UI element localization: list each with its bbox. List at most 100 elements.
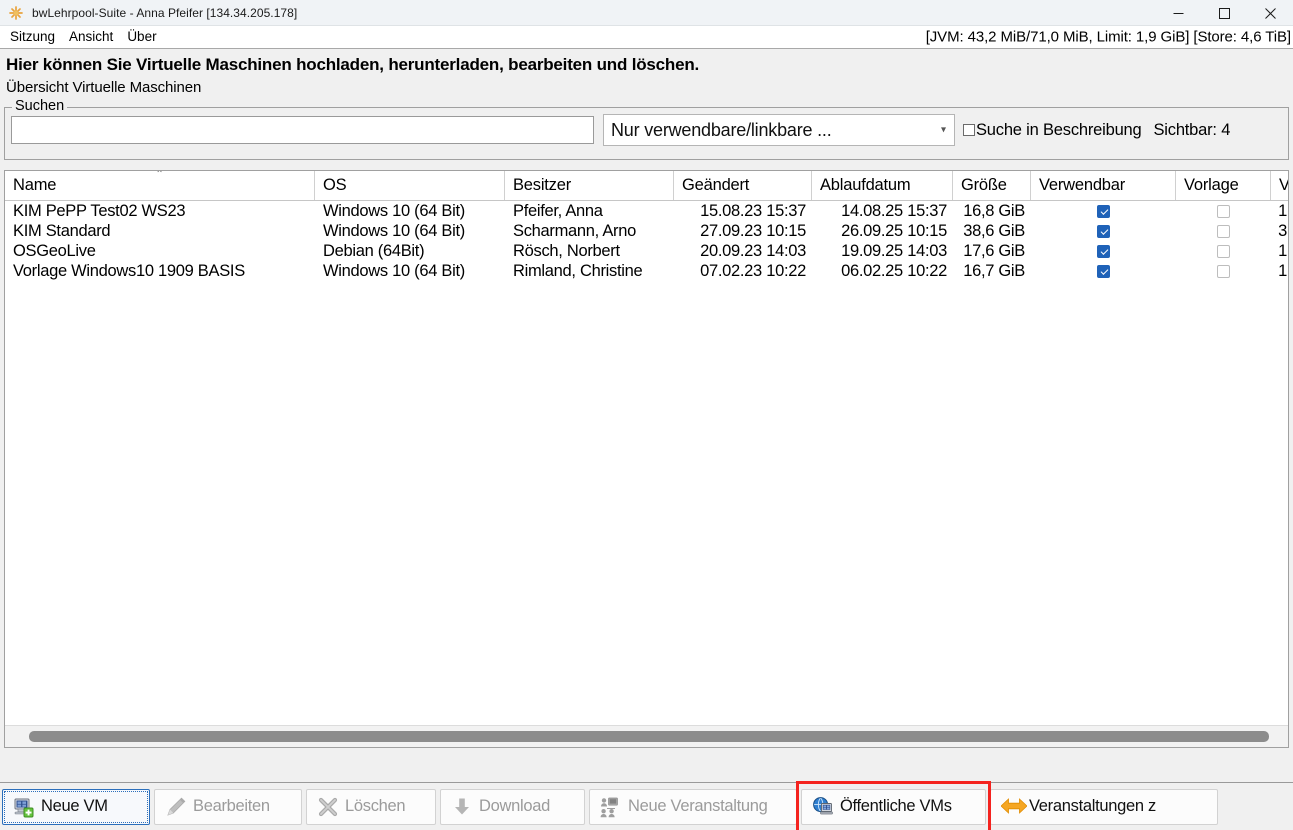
table-cell-name: OSGeoLive [13,242,96,260]
toolbar-button-delete[interactable]: Löschen [306,788,436,825]
window-controls [1155,0,1293,26]
search-groupbox: Suchen Nur verwendbare/linkbare ... ▾ Su… [4,98,1289,160]
table-cell-size: 38,6 GiB [963,222,1025,240]
template-checkbox[interactable] [1217,244,1230,258]
table-header-label: Besitzer [513,176,572,194]
search-groupbox-legend: Suchen [12,98,68,114]
toolbar-button-label: Veranstaltungen z [1029,797,1156,815]
table-cell-v: 1 [1278,262,1287,280]
table-header-label: Geändert [682,176,750,194]
table-row[interactable]: KIM Standard Windows 10 (64 Bit) Scharmann… [5,221,1288,241]
search-input[interactable] [11,116,594,144]
table-cell-os: Windows 10 (64 Bit) [323,262,465,280]
table-header-usable[interactable]: Verwendbar [1031,171,1176,200]
cross-icon [317,796,339,818]
toolbar-button-label: Download [479,797,550,815]
toolbar-button-label: Neue VM [41,797,108,815]
table-header-label: Vorlage [1184,176,1239,194]
close-icon[interactable] [1247,0,1293,26]
globe-computer-icon [812,796,834,818]
table-cell-os: Windows 10 (64 Bit) [323,202,465,220]
toolbar-button-events-to[interactable]: Veranstaltungen z [990,788,1218,825]
minimize-icon[interactable] [1155,0,1201,26]
orange-arrows-icon [1001,796,1027,818]
usable-checkbox[interactable] [1097,244,1110,258]
toolbar-button-download[interactable]: Download [440,788,585,825]
table-cell-expiry: 19.09.25 14:03 [841,242,947,260]
table-header-os[interactable]: OS [315,171,505,200]
table-header-label: Größe [961,176,1007,194]
table-cell-owner: Scharmann, Arno [513,222,636,240]
template-checkbox[interactable] [1217,264,1230,278]
table-cell-size: 16,8 GiB [963,202,1025,220]
table-cell-template [1176,264,1271,278]
table-cell-changed: 15.08.23 15:37 [700,202,806,220]
toolbar-button-public-vms[interactable]: Öffentliche VMs [801,788,986,825]
filter-dropdown[interactable]: Nur verwendbare/linkbare ... ▾ [603,114,955,146]
computer-plus-icon [13,796,35,818]
table-cell-expiry: 26.09.25 10:15 [841,222,947,240]
maximize-icon[interactable] [1201,0,1247,26]
table-cell-usable [1031,264,1176,278]
table-cell-changed: 27.09.23 10:15 [700,222,806,240]
vm-table: Name ⌃ OS Besitzer Geändert Ablaufdatum Größe V… [4,170,1289,748]
table-row[interactable]: KIM PePP Test02 WS23 Windows 10 (64 Bit) P… [5,201,1288,221]
table-header-changed[interactable]: Geändert [674,171,812,200]
sort-ascending-icon: ⌃ [155,171,164,180]
table-body: KIM PePP Test02 WS23 Windows 10 (64 Bit) P… [5,201,1288,281]
table-cell-name: KIM Standard [13,222,111,240]
table-cell-changed: 07.02.23 10:22 [700,262,806,280]
table-cell-changed: 20.09.23 14:03 [700,242,806,260]
toolbar-button-edit[interactable]: Bearbeiten [154,788,302,825]
main-content: Hier können Sie Virtuelle Maschinen hoch… [0,49,1293,830]
table-cell-v: 1 [1278,202,1287,220]
window-titlebar: bwLehrpool-Suite - Anna Pfeifer [134.34.… [0,0,1293,26]
table-cell-name: KIM PePP Test02 WS23 [13,202,186,220]
usable-checkbox[interactable] [1097,224,1110,238]
table-cell-name: Vorlage Windows10 1909 BASIS [13,262,245,280]
toolbar-button-new-event[interactable]: Neue Veranstaltung [589,788,797,825]
scrollbar-thumb[interactable] [29,731,1269,742]
horizontal-scrollbar[interactable] [5,725,1288,747]
table-cell-expiry: 14.08.25 15:37 [841,202,947,220]
table-header-expiry[interactable]: Ablaufdatum [812,171,953,200]
usable-checkbox[interactable] [1097,204,1110,218]
table-cell-template [1176,204,1271,218]
table-cell-v: 1 [1278,242,1287,260]
table-cell-usable [1031,224,1176,238]
template-checkbox[interactable] [1217,224,1230,238]
table-cell-owner: Rösch, Norbert [513,242,620,260]
menu-item-ueber[interactable]: Über [121,28,162,46]
menu-item-sitzung[interactable]: Sitzung [4,28,61,46]
checkbox-box [963,124,975,136]
template-checkbox[interactable] [1217,204,1230,218]
table-header-label: V [1279,176,1289,194]
chevron-down-icon: ▾ [940,124,946,136]
menu-bar: Sitzung Ansicht Über [JVM: 43,2 MiB/71,0… [0,26,1293,49]
toolbar-button-new-vm[interactable]: Neue VM [2,788,150,825]
table-cell-owner: Pfeifer, Anna [513,202,603,220]
table-cell-usable [1031,244,1176,258]
download-arrow-icon [451,796,473,818]
table-header-name[interactable]: Name ⌃ [5,171,315,200]
usable-checkbox[interactable] [1097,264,1110,278]
toolbar-button-label: Öffentliche VMs [840,797,952,815]
table-cell-expiry: 06.02.25 10:22 [841,262,947,280]
table-header-label: Verwendbar [1039,176,1126,194]
search-description-checkbox[interactable]: Suche in Beschreibung [963,121,1142,140]
table-header-owner[interactable]: Besitzer [505,171,674,200]
table-header-row: Name ⌃ OS Besitzer Geändert Ablaufdatum Größe V… [5,171,1288,201]
search-description-label: Suche in Beschreibung [976,120,1142,139]
table-row[interactable]: Vorlage Windows10 1909 BASIS Windows 10 (… [5,261,1288,281]
table-cell-size: 17,6 GiB [963,242,1025,260]
table-header-template[interactable]: Vorlage [1176,171,1271,200]
table-cell-template [1176,244,1271,258]
table-header-size[interactable]: Größe [953,171,1031,200]
table-cell-v: 3 [1278,222,1287,240]
menu-item-ansicht[interactable]: Ansicht [63,28,119,46]
table-cell-size: 16,7 GiB [963,262,1025,280]
toolbar-button-label: Bearbeiten [193,797,270,815]
visible-count: Sichtbar: 4 [1153,120,1231,139]
table-row[interactable]: OSGeoLive Debian (64Bit) Rösch, Norbert 20.… [5,241,1288,261]
table-header-v[interactable]: V [1271,171,1289,200]
